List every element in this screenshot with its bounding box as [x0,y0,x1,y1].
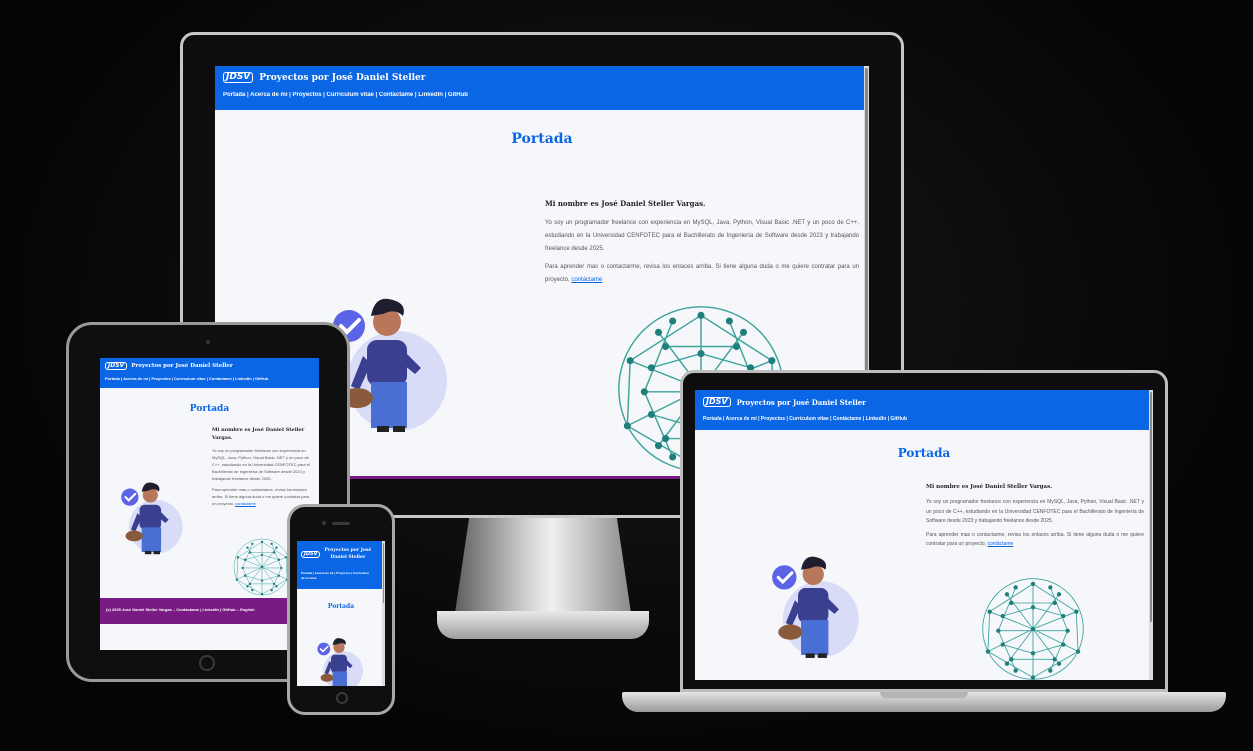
laptop-nav-bar[interactable]: Portada | Acerca de mí | Proyectos | Cur… [703,416,1145,422]
tablet-camera-icon [206,340,210,344]
intro-contact: Para aprender mas o contactarme, revisa … [545,261,859,287]
tablet-nav-bar[interactable]: Portada | Acerca de mí | Proyectos | Cur… [105,376,314,381]
site-title[interactable]: Proyectos por José Daniel Steller [259,73,425,83]
monitor-base [437,611,649,639]
phone-scrollbar[interactable] [382,541,385,686]
laptop-hinge-notch [880,692,968,698]
tablet-intro-bio: Yo soy un programador freelance con expe… [212,448,310,481]
phone-nav-bar[interactable]: Portada | Acerca de mí | Proyectos | Cur… [301,571,381,581]
phone-camera-icon [322,521,326,525]
tablet-contact-text: Para aprender mas o contactarme, revisa … [212,487,310,506]
phone-nav-line1[interactable]: Portada | Acerca de mí | Proyectos | Cur… [301,571,369,575]
tablet-logo-icon[interactable]: JDSV [105,362,128,370]
phone-person-illustration [316,637,364,686]
site-branding[interactable]: JDSV Proyectos por José Daniel Steller [223,72,861,83]
phone-device: JDSV Proyectos por José Daniel Steller Po… [287,504,395,715]
laptop-contact-text: Para aprender mas o contactarme, revisa … [926,531,1144,548]
laptop-intro-bio: Yo soy un programador freelance con expe… [926,499,1144,524]
laptop-branding[interactable]: JDSV Proyectos por José Daniel Steller [703,397,1145,407]
phone-speaker-icon [332,522,350,525]
tablet-intro-name: Mi nombre es José Daniel Steller Vargas. [212,427,305,441]
laptop-intro-contact: Para aprender mas o contactarme, revisa … [926,531,1144,550]
contact-link[interactable]: contáctame [571,277,602,283]
intro-bio: Yo soy un programador freelance con expe… [545,220,859,252]
phone-nav-line2[interactable]: de mí vitae [301,576,317,580]
laptop-intro-name: Mi nombre es José Daniel Steller Vargas. [926,484,1053,490]
logo-icon[interactable]: JDSV [223,72,254,83]
phone-title-line2[interactable]: Daniel Steller [330,555,365,560]
laptop-scrollbar[interactable] [1149,390,1153,680]
desktop-header: JDSV Proyectos por José Daniel Steller P… [215,66,869,110]
laptop-sphere-illustration [982,578,1084,680]
monitor-stand [455,518,631,613]
tablet-branding[interactable]: JDSV Proyectos por José Daniel Steller [105,362,314,370]
page-title: Portada [511,131,573,147]
laptop-header: JDSV Proyectos por José Daniel Steller P… [695,390,1153,430]
tablet-page-title: Portada [189,404,230,414]
laptop-lid: JDSV Proyectos por José Daniel Steller P… [680,370,1168,692]
tablet-sphere-illustration [233,538,291,596]
laptop-base [622,692,1226,712]
phone-title-line1[interactable]: Proyectos por José [324,548,371,553]
intro-name: Mi nombre es José Daniel Steller Vargas. [545,199,706,208]
tablet-person-illustration [120,481,184,556]
phone-screen: JDSV Proyectos por José Daniel Steller Po… [297,541,385,686]
laptop-contact-link[interactable]: contáctame [987,541,1013,547]
nav-bar[interactable]: Portada | Acerca de mí | Proyectos | Cur… [223,92,861,98]
phone-page-title: Portada [327,603,355,610]
tablet-site-title[interactable]: Proyectos por José Daniel Steller [131,363,233,369]
phone-branding[interactable]: JDSV Proyectos por José Daniel Steller [301,547,381,561]
tablet-contact-link[interactable]: contáctame [235,501,256,506]
laptop-logo-icon[interactable]: JDSV [703,397,731,407]
laptop-screen: JDSV Proyectos por José Daniel Steller P… [695,390,1153,680]
tablet-header: JDSV Proyectos por José Daniel Steller P… [100,358,319,388]
phone-header: JDSV Proyectos por José Daniel Steller Po… [297,541,385,589]
tablet-home-button[interactable] [199,655,215,671]
laptop-page-title: Portada [897,446,951,460]
laptop-person-illustration [770,555,861,660]
phone-logo-icon[interactable]: JDSV [301,550,321,558]
tablet-intro-contact: Para aprender mas o contactarme, revisa … [212,486,312,507]
phone-home-button[interactable] [336,692,348,704]
laptop-site-title[interactable]: Proyectos por José Daniel Steller [737,398,866,407]
